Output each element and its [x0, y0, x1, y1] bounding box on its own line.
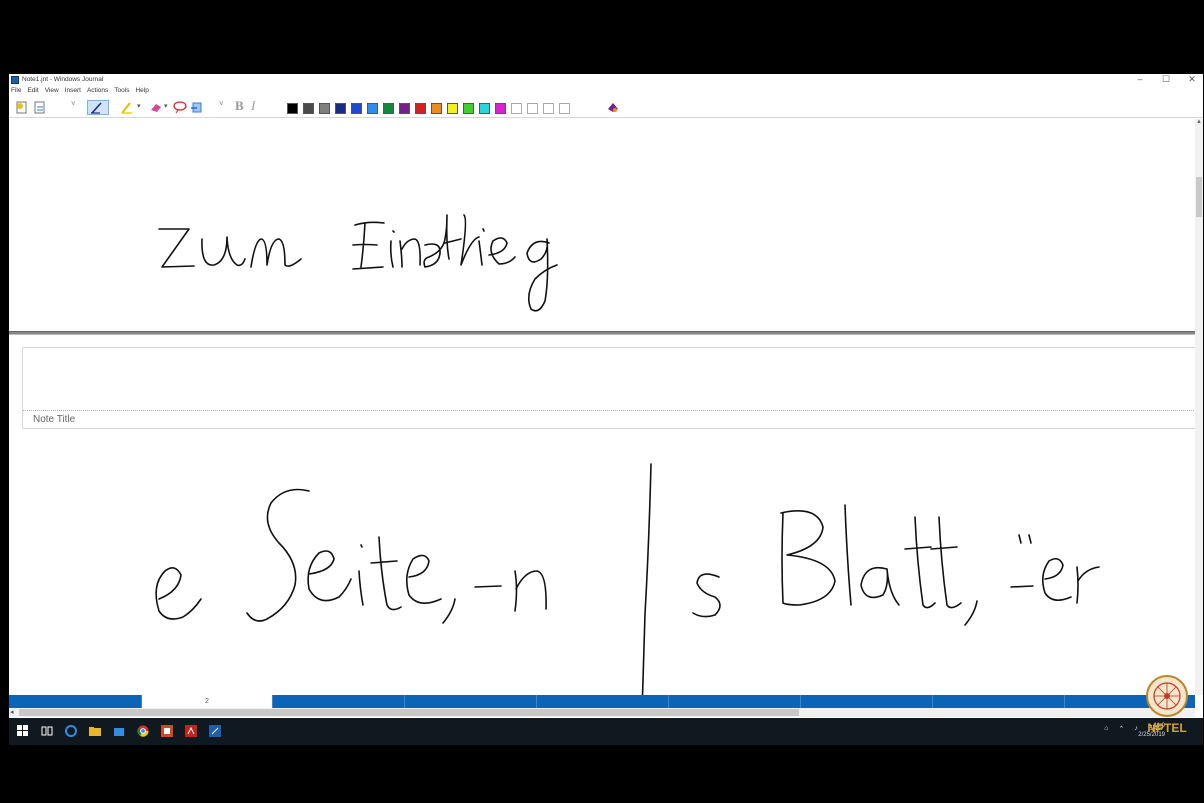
color-swatch[interactable] — [527, 103, 538, 114]
color-swatch[interactable] — [415, 103, 426, 114]
menu-tools[interactable]: Tools — [114, 87, 129, 97]
nptel-logo: NPTEL — [1146, 675, 1188, 735]
vertical-scroll-thumb[interactable] — [1196, 177, 1202, 217]
ink-divider-line — [641, 463, 652, 695]
color-swatch[interactable] — [319, 103, 330, 114]
color-swatch[interactable] — [303, 103, 314, 114]
color-swatch[interactable] — [335, 103, 346, 114]
handwriting-ink — [155, 214, 1100, 695]
eraser-icon[interactable] — [149, 101, 163, 114]
menu-edit[interactable]: Edit — [27, 87, 38, 97]
horizontal-scroll-thumb[interactable] — [19, 709, 799, 716]
color-swatch[interactable] — [559, 103, 570, 114]
menu-insert[interactable]: Insert — [65, 87, 81, 97]
color-swatch[interactable] — [479, 103, 490, 114]
insert-space-icon[interactable] — [190, 101, 206, 114]
color-swatch[interactable] — [287, 103, 298, 114]
toolbar-overflow-icon-2[interactable]: ˅ — [219, 99, 224, 112]
menu-help[interactable]: Help — [135, 87, 148, 97]
color-swatch[interactable] — [447, 103, 458, 114]
page-tab[interactable] — [669, 695, 801, 708]
ink-zum-einstieg — [158, 214, 558, 312]
pen-icon — [91, 102, 102, 114]
lasso-select-icon[interactable] — [172, 101, 188, 114]
store-icon[interactable] — [113, 725, 125, 737]
windows-start-icon[interactable] — [17, 725, 29, 737]
page-tab[interactable] — [537, 695, 669, 708]
close-button[interactable]: ✕ — [1185, 74, 1199, 85]
menu-view[interactable]: View — [45, 87, 59, 97]
color-swatch[interactable] — [351, 103, 362, 114]
page-bar: 2 — [9, 695, 1195, 708]
color-swatch[interactable] — [431, 103, 442, 114]
adobe-reader-icon[interactable] — [185, 725, 197, 737]
highlighter-icon[interactable] — [119, 101, 135, 114]
scroll-up-arrow-icon[interactable]: ▲ — [1195, 119, 1203, 125]
chrome-icon[interactable] — [137, 725, 149, 737]
file-explorer-icon[interactable] — [89, 725, 101, 737]
window-title: Note1.jnt - Windows Journal — [22, 76, 104, 83]
color-swatch[interactable] — [399, 103, 410, 114]
page-tab[interactable] — [405, 695, 537, 708]
page-tab[interactable] — [933, 695, 1065, 708]
color-swatch[interactable] — [463, 103, 474, 114]
page-tab[interactable] — [273, 695, 405, 708]
powerpoint-icon[interactable] — [161, 725, 173, 737]
highlighter-dropdown-icon[interactable]: ▾ — [137, 102, 141, 115]
tray-overflow-icon[interactable]: ⌃ — [1118, 725, 1124, 733]
page-tab[interactable] — [9, 695, 142, 708]
eraser-dropdown-icon[interactable]: ▾ — [164, 102, 168, 115]
vertical-scrollbar[interactable]: ▲ — [1195, 119, 1203, 695]
menu-actions[interactable]: Actions — [87, 87, 108, 97]
open-note-icon[interactable] — [33, 101, 47, 114]
people-icon[interactable]: ⌂ — [1104, 725, 1108, 733]
pen-tool-button[interactable] — [87, 100, 109, 115]
menu-file[interactable]: File — [11, 87, 21, 97]
scroll-left-arrow-icon[interactable]: ◂ — [10, 708, 14, 716]
color-picker-icon[interactable] — [606, 101, 620, 114]
journal-window: Note1.jnt - Windows Journal – ☐ ✕ File E… — [9, 74, 1203, 745]
journal-app-icon — [11, 76, 19, 84]
journal-taskbar-icon[interactable] — [209, 725, 221, 737]
task-view-icon[interactable] — [41, 725, 53, 737]
color-swatch[interactable] — [383, 103, 394, 114]
edge-browser-icon[interactable] — [65, 725, 77, 737]
page-tab[interactable] — [801, 695, 933, 708]
italic-button[interactable]: I — [251, 98, 255, 113]
windows-taskbar: ⌂ ⌃ ♪ ENG 11:0 2/25/2019 — [9, 718, 1203, 745]
new-note-icon[interactable] — [15, 101, 29, 114]
ink-s-blatt — [692, 504, 1100, 626]
title-bar: Note1.jnt - Windows Journal – ☐ ✕ — [9, 74, 1203, 86]
note-canvas[interactable]: Note Title — [9, 119, 1195, 695]
page-tab-active[interactable]: 2 — [142, 695, 273, 708]
maximize-button[interactable]: ☐ — [1159, 74, 1173, 85]
color-swatch[interactable] — [495, 103, 506, 114]
horizontal-scrollbar[interactable]: ◂ — [9, 708, 1195, 717]
nptel-logo-text: NPTEL — [1147, 721, 1186, 735]
toolbar-overflow-icon[interactable]: ˅ — [71, 99, 76, 112]
toolbar: ˅ ▾ ▾ ˅ B I — [9, 98, 1203, 118]
minimize-button[interactable]: – — [1133, 74, 1147, 84]
bold-button[interactable]: B — [235, 98, 244, 113]
ink-e-seite — [155, 488, 547, 624]
color-swatch[interactable] — [543, 103, 554, 114]
menu-bar: File Edit View Insert Actions Tools Help — [9, 87, 149, 97]
color-swatch[interactable] — [511, 103, 522, 114]
color-swatch[interactable] — [367, 103, 378, 114]
